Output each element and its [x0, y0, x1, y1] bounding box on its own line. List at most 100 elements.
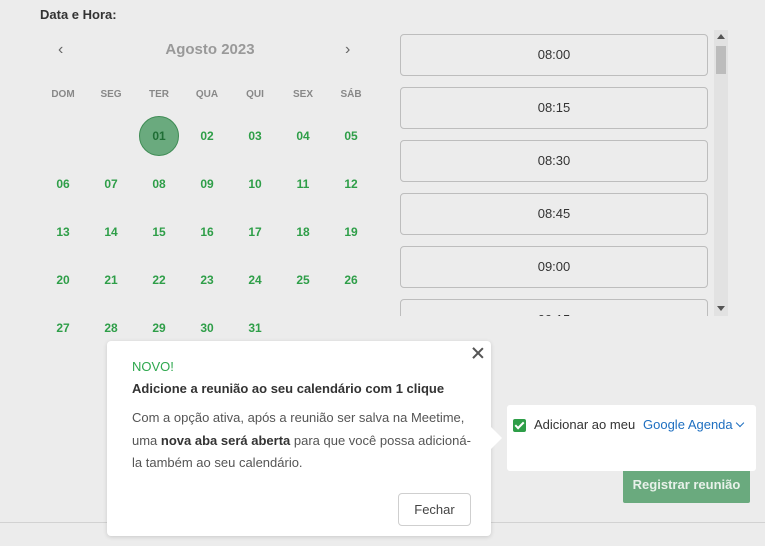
weekday-label: DOM — [51, 88, 75, 100]
calendar-day-number: 12 — [344, 177, 358, 191]
calendar-day[interactable]: 31 — [231, 321, 279, 335]
time-slot[interactable]: 09:00 — [400, 246, 708, 288]
calendar-day[interactable]: 16 — [183, 225, 231, 239]
calendar-day-number: 26 — [344, 273, 358, 287]
time-slot[interactable]: 08:15 — [400, 87, 708, 129]
calendar-day[interactable]: 27 — [39, 321, 87, 335]
calendar-day-number: 10 — [248, 177, 262, 191]
calendar-day-number: 09 — [200, 177, 214, 191]
calendar-day-number: 30 — [200, 321, 214, 335]
calendar-week: 13 14 15 16 17 18 19 — [39, 208, 375, 256]
calendar-provider-dropdown[interactable]: Google Agenda — [643, 417, 733, 432]
calendar-day-number: 05 — [344, 129, 358, 143]
calendar-day[interactable]: 13 — [39, 225, 87, 239]
calendar-day[interactable]: 30 — [183, 321, 231, 335]
calendar-day-number: 23 — [200, 273, 214, 287]
calendar-day[interactable]: 06 — [39, 177, 87, 191]
calendar-day[interactable]: 20 — [39, 273, 87, 287]
calendar-day-number: 21 — [104, 273, 118, 287]
calendar-day-number: 22 — [152, 273, 166, 287]
calendar-day[interactable]: 18 — [279, 225, 327, 239]
calendar-day[interactable]: 26 — [327, 273, 375, 287]
previous-month-icon[interactable]: ‹ — [58, 41, 63, 59]
weekday-label: QUA — [195, 88, 219, 100]
calendar-day[interactable]: 21 — [87, 273, 135, 287]
time-slot[interactable]: 08:45 — [400, 193, 708, 235]
new-badge: NOVO! — [132, 359, 174, 374]
calendar-week: 01 02 03 04 05 — [39, 112, 375, 160]
calendar-weeks: 01 02 03 04 05 06 07 08 09 10 11 12 13 14 15 16 17 18 19 20… — [39, 112, 375, 352]
calendar-day[interactable]: 03 — [231, 129, 279, 143]
calendar-day[interactable]: 02 — [183, 129, 231, 143]
close-icon[interactable] — [471, 346, 485, 360]
calendar-day[interactable]: 23 — [183, 273, 231, 287]
calendar-day-number: 19 — [344, 225, 358, 239]
weekday-label: TER — [149, 88, 169, 100]
time-slot[interactable]: 08:30 — [400, 140, 708, 182]
calendar-day-number: 20 — [56, 273, 70, 287]
scroll-down-icon[interactable] — [717, 306, 725, 311]
calendar-day-number: 15 — [152, 225, 166, 239]
weekday-label: SEG — [100, 88, 122, 100]
calendar-day-number: 07 — [104, 177, 118, 191]
scroll-thumb[interactable] — [716, 46, 726, 74]
calendar-day[interactable]: 14 — [87, 225, 135, 239]
popover-title: Adicione a reunião ao seu calendário com… — [132, 381, 445, 396]
calendar-day-number: 14 — [104, 225, 118, 239]
weekday-label: SÁB — [340, 88, 362, 100]
calendar-day-number: 03 — [248, 129, 262, 143]
add-to-calendar-label: Adicionar ao meu — [534, 417, 636, 432]
calendar-day-number: 13 — [56, 225, 70, 239]
register-meeting-button[interactable]: Registrar reunião — [623, 466, 750, 503]
calendar-day-number: 25 — [296, 273, 310, 287]
popover-body-bold: nova aba será aberta — [160, 432, 291, 448]
time-slot-scrollbar[interactable] — [714, 30, 728, 316]
time-slot[interactable]: 08:00 — [400, 34, 708, 76]
calendar-day[interactable]: 15 — [135, 225, 183, 239]
calendar-day[interactable]: 28 — [87, 321, 135, 335]
calendar-day-number: 01 — [139, 116, 179, 156]
calendar-day[interactable]: 25 — [279, 273, 327, 287]
next-month-icon[interactable]: › — [345, 41, 350, 59]
calendar-day[interactable]: 12 — [327, 177, 375, 191]
calendar-week: 06 07 08 09 10 11 12 — [39, 160, 375, 208]
calendar-day[interactable]: 04 — [279, 129, 327, 143]
calendar-day[interactable]: 24 — [231, 273, 279, 287]
weekday-label: SEX — [292, 88, 313, 100]
calendar-day[interactable]: 08 — [135, 177, 183, 191]
calendar-day[interactable]: 22 — [135, 273, 183, 287]
time-slot[interactable]: 09:15 — [400, 299, 708, 316]
calendar-day-number: 16 — [200, 225, 214, 239]
calendar-day[interactable]: 05 — [327, 129, 375, 143]
calendar-grid: DOM SEG TER QUA QUI SEX SÁB 01 02 03 04 05 06… — [39, 84, 375, 352]
calendar-day-number: 18 — [296, 225, 310, 239]
calendar-checkbox-panel: Adicionar ao meu Google Agenda — [507, 405, 756, 471]
close-button[interactable]: Fechar — [398, 493, 471, 526]
calendar-day-number: 31 — [248, 321, 262, 335]
add-to-calendar-checkbox[interactable] — [513, 419, 526, 432]
chevron-down-icon[interactable] — [735, 418, 745, 428]
calendar-day-number: 27 — [56, 321, 70, 335]
calendar-day-number: 11 — [296, 177, 310, 191]
calendar-day-number: 17 — [248, 225, 262, 239]
calendar-day-number: 02 — [200, 129, 214, 143]
popover-arrow — [491, 427, 502, 449]
weekday-header: DOM SEG TER QUA QUI SEX SÁB — [39, 84, 375, 104]
calendar-day-number: 24 — [248, 273, 262, 287]
calendar-day[interactable]: 19 — [327, 225, 375, 239]
calendar-day[interactable]: 01 — [135, 116, 183, 156]
calendar-day[interactable]: 09 — [183, 177, 231, 191]
scroll-up-icon[interactable] — [717, 34, 725, 39]
calendar-day-number: 08 — [152, 177, 166, 191]
new-feature-popover: NOVO! Adicione a reunião ao seu calendár… — [107, 341, 502, 536]
calendar-day[interactable]: 17 — [231, 225, 279, 239]
calendar-day[interactable]: 07 — [87, 177, 135, 191]
calendar-day-number: 29 — [152, 321, 166, 335]
calendar-day-number: 28 — [104, 321, 118, 335]
calendar-day[interactable]: 11 — [279, 177, 327, 191]
calendar-month-title: Agosto 2023 — [165, 41, 255, 58]
calendar-day[interactable]: 10 — [231, 177, 279, 191]
calendar-week: 20 21 22 23 24 25 26 — [39, 256, 375, 304]
calendar-day[interactable]: 29 — [135, 321, 183, 335]
calendar-day-number: 06 — [56, 177, 70, 191]
